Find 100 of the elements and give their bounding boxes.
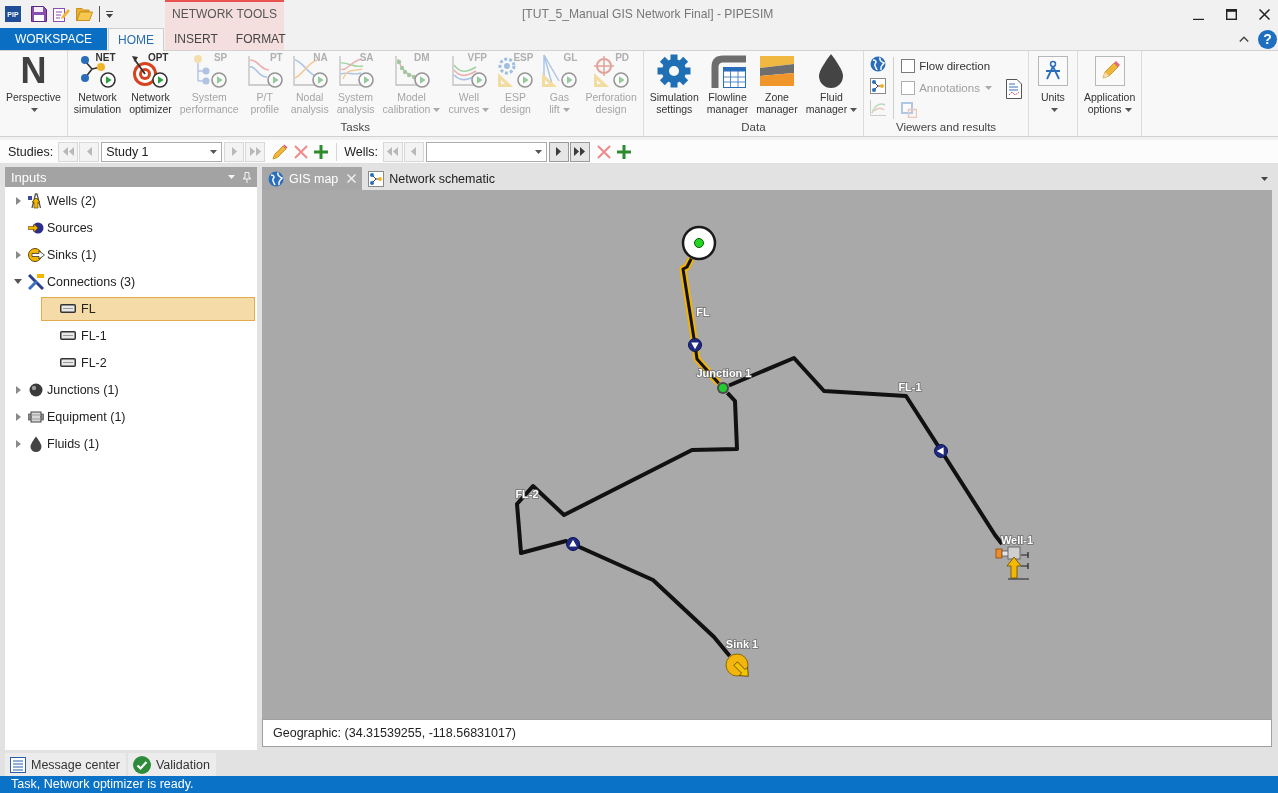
caret-right-icon[interactable] — [15, 439, 21, 448]
fan-lines-icon — [541, 54, 578, 88]
checkbox-label: Flow direction — [919, 59, 991, 72]
abbreviation-label: GL — [563, 53, 578, 63]
tree-item[interactable]: Sources — [24, 215, 100, 240]
caret-down-icon — [1050, 108, 1058, 113]
pencil-icon[interactable] — [272, 143, 289, 160]
checkmark-icon — [132, 755, 151, 774]
globe-icon[interactable] — [870, 56, 887, 72]
tree-item[interactable]: FL-2 — [41, 350, 255, 375]
pin-icon[interactable] — [243, 171, 251, 183]
folder-icon[interactable] — [76, 7, 93, 21]
ribbon-button[interactable]: Zone manager — [752, 51, 802, 116]
caret-down-icon — [482, 108, 490, 113]
ribbon-button[interactable]: Units — [1030, 51, 1075, 116]
globe-icon — [268, 170, 284, 187]
ribbon-tab[interactable]: INSERT — [165, 28, 227, 50]
group-label: Data — [741, 120, 766, 135]
abbreviation-label: ESP — [513, 53, 534, 63]
sink-icon — [27, 247, 45, 262]
network-diagram-icon — [79, 54, 116, 88]
sink-node — [725, 653, 749, 677]
last-button[interactable] — [570, 141, 590, 162]
delete-icon[interactable] — [597, 144, 611, 159]
tree-item[interactable]: Fluids (1) — [24, 431, 107, 456]
double-left-triangle-icon — [62, 147, 74, 156]
caret-down-icon — [850, 108, 858, 113]
crosshair-icon — [593, 54, 630, 88]
caret-right-icon[interactable] — [15, 385, 21, 394]
abbreviation-label: PT — [269, 53, 283, 63]
ribbon-button[interactable]: NET Network simulation — [69, 51, 126, 116]
pipe-table-icon — [709, 54, 746, 88]
compass-icon — [1037, 56, 1068, 86]
next-button[interactable] — [549, 141, 569, 162]
abbreviation-label: NA — [313, 53, 328, 63]
add-icon[interactable] — [314, 144, 329, 159]
caret-down-icon[interactable] — [1261, 176, 1268, 181]
caret-right-icon[interactable] — [15, 250, 21, 259]
tree-item[interactable]: Equipment (1) — [24, 404, 133, 429]
abbreviation-label: SP — [213, 53, 228, 63]
source-icon — [28, 221, 44, 234]
caret-down-icon — [1124, 108, 1132, 113]
curves-icon — [450, 54, 487, 88]
ribbon-tab[interactable]: FORMAT — [226, 28, 295, 50]
notepad-pencil-icon[interactable] — [53, 6, 70, 22]
panel-title: Inputs — [11, 169, 47, 185]
caret-right-icon[interactable] — [15, 196, 21, 205]
tree-item[interactable]: FL — [41, 296, 255, 321]
dotted-curve-icon — [393, 54, 430, 88]
left-triangle-icon — [86, 147, 92, 156]
panel-tab[interactable]: Validation — [127, 753, 216, 776]
ribbon-button[interactable]: Fluid manager — [801, 51, 862, 116]
combo-box[interactable]: Study 1 — [101, 141, 223, 162]
tree-item[interactable]: Junctions (1) — [24, 377, 126, 402]
caret-down-icon[interactable] — [14, 279, 22, 284]
equipment-icon — [28, 410, 44, 423]
save-icon[interactable] — [31, 6, 47, 22]
panel-tab[interactable]: Message center — [5, 753, 126, 776]
tree-item[interactable]: Sinks (1) — [24, 242, 104, 267]
curve-chart-icon — [246, 54, 283, 88]
tree-item[interactable]: Wells (2) — [24, 188, 104, 213]
customize-caret-icon[interactable] — [106, 10, 113, 18]
ribbon-button[interactable]: OPT Network optimizer — [125, 51, 176, 116]
caret-down-icon — [562, 108, 570, 113]
close-icon[interactable] — [1259, 8, 1270, 20]
context-group-label: NETWORK TOOLS — [172, 6, 277, 23]
source-node — [681, 225, 717, 261]
abbreviation-label: VFP — [467, 53, 487, 63]
help-button[interactable]: ? — [1258, 29, 1277, 49]
well-icon — [28, 192, 44, 209]
caret-right-icon[interactable] — [15, 412, 21, 421]
double-left-triangle-icon — [387, 147, 399, 156]
pipe-icon — [60, 331, 76, 340]
right-triangle-icon — [231, 147, 237, 156]
droplet-icon — [30, 435, 42, 452]
checkbox[interactable] — [901, 58, 916, 73]
ribbon-button[interactable]: Application options — [1079, 51, 1140, 116]
perspective-letter: N — [20, 54, 47, 88]
report-icon[interactable] — [1005, 79, 1022, 99]
abbreviation-label: SA — [359, 53, 374, 63]
ribbon-button[interactable]: Flowline manager — [702, 51, 753, 116]
tree-item[interactable]: Connections (3) — [24, 269, 143, 294]
maximize-icon[interactable] — [1226, 8, 1237, 20]
ribbon-button[interactable]: Simulation settings — [645, 51, 703, 116]
sphere-icon — [29, 382, 43, 397]
abbreviation-label: DM — [413, 53, 430, 63]
tree-item[interactable]: FL-1 — [41, 323, 255, 348]
list-icon — [10, 756, 26, 773]
caret-up-icon[interactable] — [1239, 36, 1249, 42]
right-triangle-icon — [556, 147, 562, 156]
flowline-label: FL-1 — [898, 381, 922, 393]
ribbon-button[interactable]: N Perspective — [2, 51, 65, 116]
add-icon[interactable] — [617, 144, 631, 159]
double-right-triangle-icon — [249, 147, 261, 156]
caret-down-icon — [433, 108, 441, 113]
delete-icon[interactable] — [294, 144, 309, 159]
caret-down-icon — [535, 149, 542, 154]
schematic-icon[interactable] — [870, 78, 887, 94]
ribbon-tab[interactable]: WORKSPACE — [0, 28, 107, 50]
ribbon-tab[interactable]: HOME — [108, 28, 164, 51]
